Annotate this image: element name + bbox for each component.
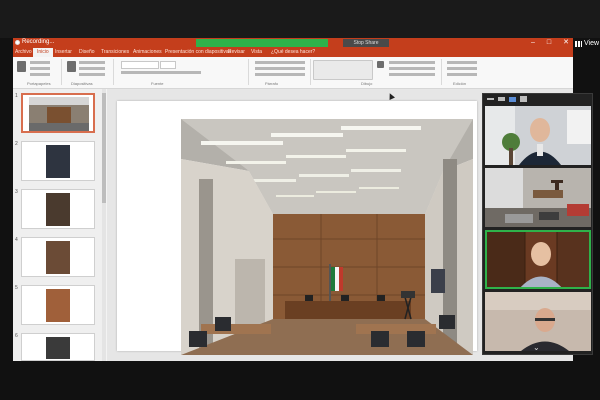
participant-1-video [485, 106, 591, 165]
recording-label: Recording... [22, 39, 55, 45]
tab-diseno[interactable]: Diseño [79, 49, 95, 55]
slide-number: 1 [15, 93, 18, 99]
zoom-screen-share: View Recording... Stop Share – □ ✕ Archi… [0, 0, 600, 400]
slide-thumbnail[interactable] [21, 285, 95, 325]
thumbnail-image [46, 337, 70, 359]
view-button[interactable]: View [575, 40, 599, 47]
slide-thumbnail[interactable] [21, 333, 95, 361]
divider [441, 59, 442, 85]
tab-vista[interactable]: Vista [251, 49, 262, 55]
paste-icon[interactable] [17, 61, 26, 72]
thumbnail-scrollbar[interactable] [102, 89, 106, 361]
format-painter-button[interactable] [30, 73, 50, 76]
font-format-buttons[interactable] [121, 71, 201, 74]
slide-number: 4 [15, 237, 18, 243]
slide-thumbnail[interactable] [21, 237, 95, 277]
active-speaker-video[interactable] [485, 230, 591, 289]
window-controls: – □ ✕ [531, 38, 569, 48]
slide-number: 3 [15, 189, 18, 195]
font-name-box[interactable] [121, 61, 159, 69]
section-button[interactable] [79, 73, 105, 76]
tab-insertar[interactable]: Insertar [55, 49, 72, 55]
zoom-share-bar[interactable] [196, 39, 328, 47]
participant-gallery: ⌄ [482, 93, 593, 355]
font-size-box[interactable] [160, 61, 176, 69]
slide-thumbnail-panel: 1 2 3 4 5 6 [13, 89, 104, 361]
grid-view-icon[interactable] [520, 96, 527, 102]
divider [248, 59, 249, 85]
minimize-button[interactable]: – [531, 38, 535, 48]
replace-button[interactable] [447, 67, 477, 70]
participant-3-video [485, 230, 591, 289]
shape-outline-button[interactable] [389, 67, 435, 70]
thumbnail-image [46, 289, 70, 322]
title-bar: Recording... Stop Share – □ ✕ [13, 38, 573, 48]
align-text-button[interactable] [255, 73, 305, 76]
cut-button[interactable] [30, 61, 50, 64]
slide-number: 5 [15, 285, 18, 291]
record-icon [15, 39, 20, 45]
tab-revisar[interactable]: Revisar [228, 49, 245, 55]
participant-video[interactable] [485, 106, 591, 165]
divider [113, 59, 114, 85]
courtroom-thumbnail [29, 97, 89, 131]
arrange-icon[interactable] [377, 61, 384, 68]
thumbnail-image [46, 241, 70, 274]
slide-number: 2 [15, 141, 18, 147]
list-buttons[interactable] [255, 61, 305, 64]
chevron-down-icon[interactable]: ⌄ [533, 343, 540, 352]
divider [310, 59, 311, 85]
gallery-controls [483, 94, 594, 104]
layout-button[interactable] [79, 61, 105, 64]
tell-me-box[interactable]: ¿Qué desea hacer? [271, 49, 315, 55]
copy-button[interactable] [30, 67, 50, 70]
participant-2-video [485, 168, 591, 227]
tab-archivo[interactable]: Archivo [15, 49, 32, 55]
group-label: Fuente [151, 81, 164, 86]
text-direction-button[interactable] [255, 67, 305, 70]
stop-share-button[interactable]: Stop Share [343, 39, 389, 47]
tab-animaciones[interactable]: Animaciones [133, 49, 162, 55]
active-speaker-view-icon[interactable] [498, 97, 505, 101]
divider [61, 59, 62, 85]
new-slide-icon[interactable] [67, 61, 76, 72]
thumbnail-image [46, 193, 70, 226]
ribbon-toolbar: Portapapeles Diapositivas Fuente Párrafo… [13, 57, 573, 89]
tab-transiciones[interactable]: Transiciones [101, 49, 129, 55]
maximize-button[interactable]: □ [547, 38, 551, 48]
zoom-top-bar [0, 0, 600, 38]
strip-view-icon[interactable] [509, 96, 516, 102]
group-label: Diapositivas [71, 81, 93, 86]
participant-video[interactable] [485, 168, 591, 227]
shape-fill-button[interactable] [389, 61, 435, 64]
slide-number: 6 [15, 333, 18, 339]
slide-thumbnail[interactable] [21, 189, 95, 229]
view-label: View [584, 40, 600, 47]
close-button[interactable]: ✕ [563, 38, 569, 48]
select-button[interactable] [447, 73, 477, 76]
recording-indicator: Recording... [15, 39, 54, 45]
reset-button[interactable] [79, 67, 105, 70]
group-label: Portapapeles [27, 81, 51, 86]
slide-thumbnail[interactable] [21, 93, 95, 133]
group-label: Dibujo [361, 81, 373, 86]
scroll-thumb[interactable] [102, 93, 106, 203]
ribbon-tabs: Archivo Inicio Insertar Diseño Transicio… [13, 48, 573, 57]
tab-inicio[interactable]: Inicio [33, 48, 53, 57]
tab-presentacion[interactable]: Presentación con diapositivas [165, 49, 231, 55]
current-slide[interactable] [117, 101, 477, 355]
minimize-gallery-icon[interactable] [487, 98, 494, 100]
slide-thumbnail[interactable] [21, 141, 95, 181]
shape-effects-button[interactable] [389, 73, 435, 76]
find-button[interactable] [447, 61, 477, 64]
shapes-gallery[interactable] [313, 60, 373, 80]
grid-view-icon [575, 40, 582, 47]
thumbnail-image [46, 145, 70, 178]
group-label: Edición [453, 81, 467, 86]
group-label: Párrafo [265, 81, 279, 86]
courtroom-photo[interactable] [181, 119, 473, 355]
